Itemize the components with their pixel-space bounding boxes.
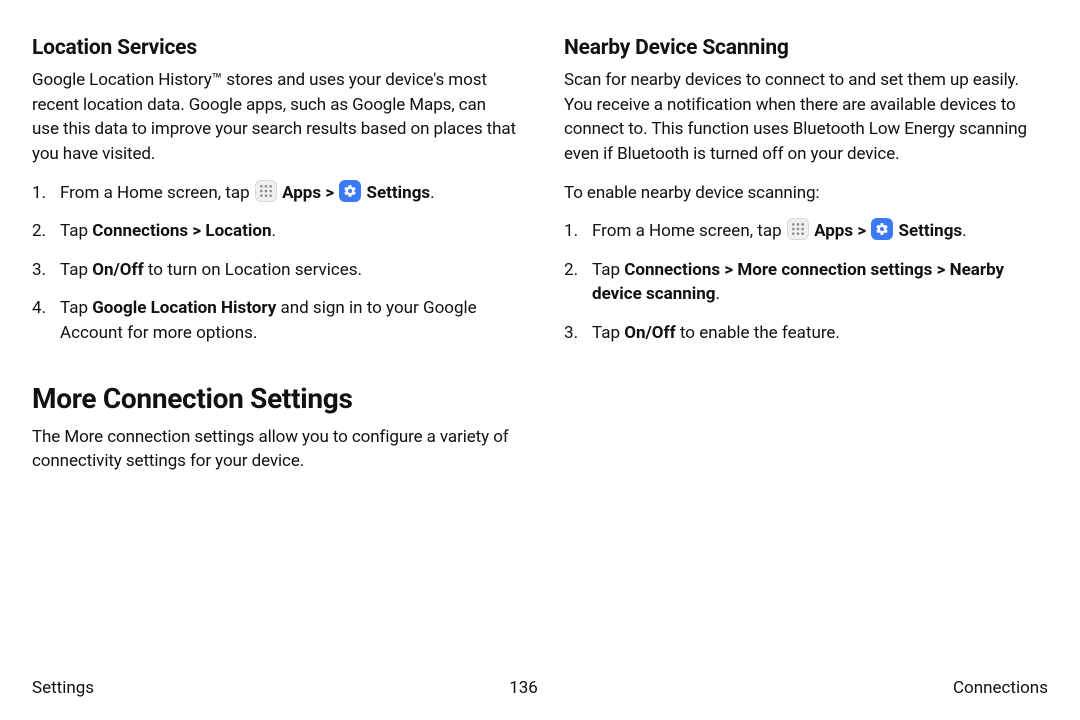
step-3: Tap On/Off to enable the feature. xyxy=(564,321,1048,346)
heading-location-services: Location Services xyxy=(32,36,516,60)
apps-label: Apps xyxy=(282,183,321,203)
steps-location-services: From a Home screen, tap Apps > Settings.… xyxy=(32,181,516,346)
heading-nearby-device-scanning: Nearby Device Scanning xyxy=(564,36,1048,60)
step-1: From a Home screen, tap Apps > Settings. xyxy=(564,219,1048,244)
apps-icon xyxy=(255,180,277,202)
step-bold: On/Off xyxy=(624,323,675,343)
step-text: Tap xyxy=(592,323,624,343)
step-text: . xyxy=(716,284,720,304)
step-2: Tap Connections > More connection settin… xyxy=(564,258,1048,307)
step-bold: Connections > More connection settings >… xyxy=(592,260,1004,305)
step-text: to enable the feature. xyxy=(676,323,840,343)
step-3: Tap On/Off to turn on Location services. xyxy=(32,258,516,283)
step-text: . xyxy=(272,221,276,241)
step-text: Tap xyxy=(592,260,624,280)
step-text: From a Home screen, tap xyxy=(60,183,254,203)
chevron-right-icon: > xyxy=(325,183,338,203)
paragraph-location-services: Google Location History™ stores and uses… xyxy=(32,68,516,167)
step-text: . xyxy=(430,183,434,203)
step-4: Tap Google Location History and sign in … xyxy=(32,296,516,345)
footer-page-number: 136 xyxy=(509,678,538,698)
paragraph-nearby-device: Scan for nearby devices to connect to an… xyxy=(564,68,1048,167)
chevron-right-icon: > xyxy=(857,221,870,241)
step-bold: Connections > Location xyxy=(92,221,271,241)
step-text: From a Home screen, tap xyxy=(592,221,786,241)
step-bold: On/Off xyxy=(92,260,143,280)
step-1: From a Home screen, tap Apps > Settings. xyxy=(32,181,516,206)
heading-more-connection-settings: More Connection Settings xyxy=(32,382,516,415)
apps-label: Apps xyxy=(814,221,853,241)
step-text: to turn on Location services. xyxy=(144,260,362,280)
settings-label: Settings xyxy=(367,183,431,203)
footer-right: Connections xyxy=(953,678,1048,698)
footer-left: Settings xyxy=(32,678,94,698)
settings-icon xyxy=(871,218,893,240)
step-bold: Google Location History xyxy=(92,298,276,318)
steps-nearby-device: From a Home screen, tap Apps > Settings.… xyxy=(564,219,1048,346)
settings-icon xyxy=(339,180,361,202)
paragraph-enable-nearby: To enable nearby device scanning: xyxy=(564,181,1048,206)
paragraph-more-connection: The More connection settings allow you t… xyxy=(32,425,516,474)
step-2: Tap Connections > Location. xyxy=(32,219,516,244)
step-text: Tap xyxy=(60,298,92,318)
right-column: Nearby Device Scanning Scan for nearby d… xyxy=(564,36,1048,488)
step-text: . xyxy=(962,221,966,241)
step-text: Tap xyxy=(60,260,92,280)
step-text: Tap xyxy=(60,221,92,241)
left-column: Location Services Google Location Histor… xyxy=(32,36,516,488)
settings-label: Settings xyxy=(899,221,963,241)
page-footer: Settings 136 Connections xyxy=(32,678,1048,698)
apps-icon xyxy=(787,218,809,240)
